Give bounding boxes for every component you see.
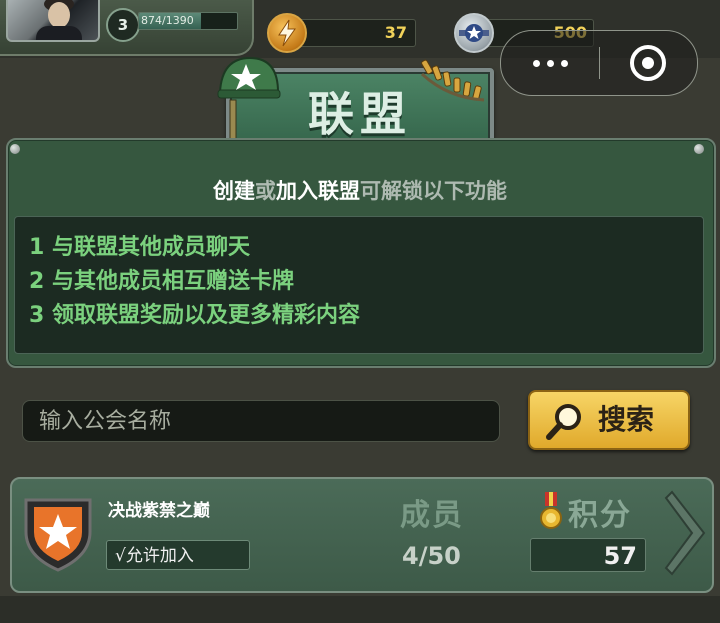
mini-program-capsule	[500, 30, 698, 96]
rivet-decoration	[10, 144, 20, 154]
feature-item: 3 领取联盟奖励以及更多精彩内容	[29, 303, 360, 328]
alliance-name: 决战紫禁之巅	[108, 501, 210, 521]
more-button[interactable]	[501, 31, 599, 95]
player-level: 3	[106, 8, 140, 42]
rivet-decoration	[694, 144, 704, 154]
lightning-icon	[267, 13, 307, 53]
next-row-peek	[0, 596, 720, 623]
feature-item: 1 与联盟其他成员聊天	[29, 235, 250, 260]
headline-create: 创建	[213, 179, 255, 203]
magnifier-icon	[546, 404, 581, 440]
feature-list: 1 与联盟其他成员聊天 2 与其他成员相互赠送卡牌 3 领取联盟奖励以及更多精彩…	[14, 216, 704, 354]
join-status-badge: √允许加入	[106, 540, 250, 570]
close-mini-program-button[interactable]	[600, 31, 697, 95]
members-label: 成员	[400, 498, 464, 533]
avatar[interactable]	[6, 0, 100, 42]
chevron-right-icon[interactable]	[664, 488, 710, 578]
star-badge-icon	[454, 13, 494, 53]
headline-unlock: 可解锁以下功能	[360, 179, 507, 203]
medal-icon	[540, 492, 562, 532]
exp-text: 874/1390	[141, 14, 194, 27]
exp-bar: 874/1390	[138, 12, 238, 30]
headline-join: 加入联盟	[276, 179, 360, 203]
headline-or: 或	[255, 179, 276, 203]
info-headline: 创建或加入联盟可解锁以下功能	[0, 176, 720, 206]
search-input[interactable]	[23, 401, 499, 441]
score-label: 积分	[568, 498, 632, 533]
shield-icon	[22, 494, 94, 572]
bullets-icon	[418, 56, 488, 112]
score-value: 57	[530, 538, 646, 572]
search-button[interactable]: 搜索	[528, 390, 690, 450]
search-field	[22, 400, 500, 442]
members-value: 4/50	[402, 542, 461, 570]
search-button-label: 搜索	[598, 403, 655, 436]
feature-item: 2 与其他成员相互赠送卡牌	[29, 269, 294, 294]
